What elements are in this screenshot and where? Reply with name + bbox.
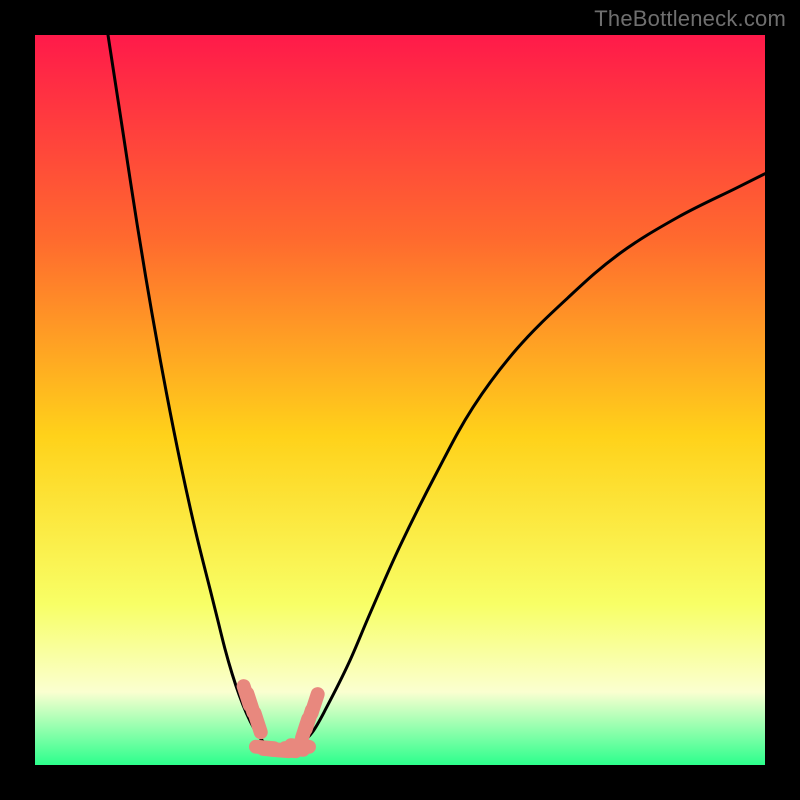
chart-svg	[35, 35, 765, 765]
gradient-background	[35, 35, 765, 765]
marker-capsule	[311, 694, 317, 713]
chart-plot-area	[35, 35, 765, 765]
marker-capsule	[291, 745, 309, 747]
watermark-text: TheBottleneck.com	[594, 6, 786, 32]
outer-frame: TheBottleneck.com	[0, 0, 800, 800]
marker-capsule	[255, 713, 261, 732]
